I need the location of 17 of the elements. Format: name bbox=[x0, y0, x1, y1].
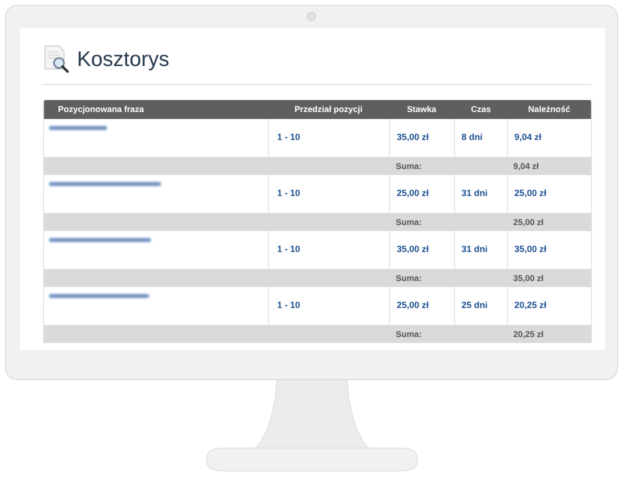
sum-label: Suma: bbox=[394, 216, 423, 228]
document-search-icon bbox=[43, 45, 71, 73]
column-header: Czas bbox=[470, 103, 492, 116]
redacted-text bbox=[49, 126, 107, 130]
sum-label: Suma: bbox=[394, 160, 423, 172]
sum-label: Suma: bbox=[394, 328, 423, 340]
sum-value: 20,25 zł bbox=[512, 328, 545, 340]
camera-icon bbox=[307, 12, 316, 21]
column-header: Należność bbox=[527, 103, 572, 116]
column-header: Pozycjonowana fraza bbox=[57, 103, 145, 116]
column-header: Przedział pozycji bbox=[293, 103, 364, 116]
sum-value: 25,00 zł bbox=[512, 216, 545, 228]
sum-value: 9,04 zł bbox=[512, 160, 540, 172]
sum-label: Suma: bbox=[394, 272, 423, 284]
sum-value: 35,00 zł bbox=[512, 272, 545, 284]
column-header: Stawka bbox=[406, 103, 438, 116]
page-title: Kosztorys bbox=[77, 48, 170, 70]
